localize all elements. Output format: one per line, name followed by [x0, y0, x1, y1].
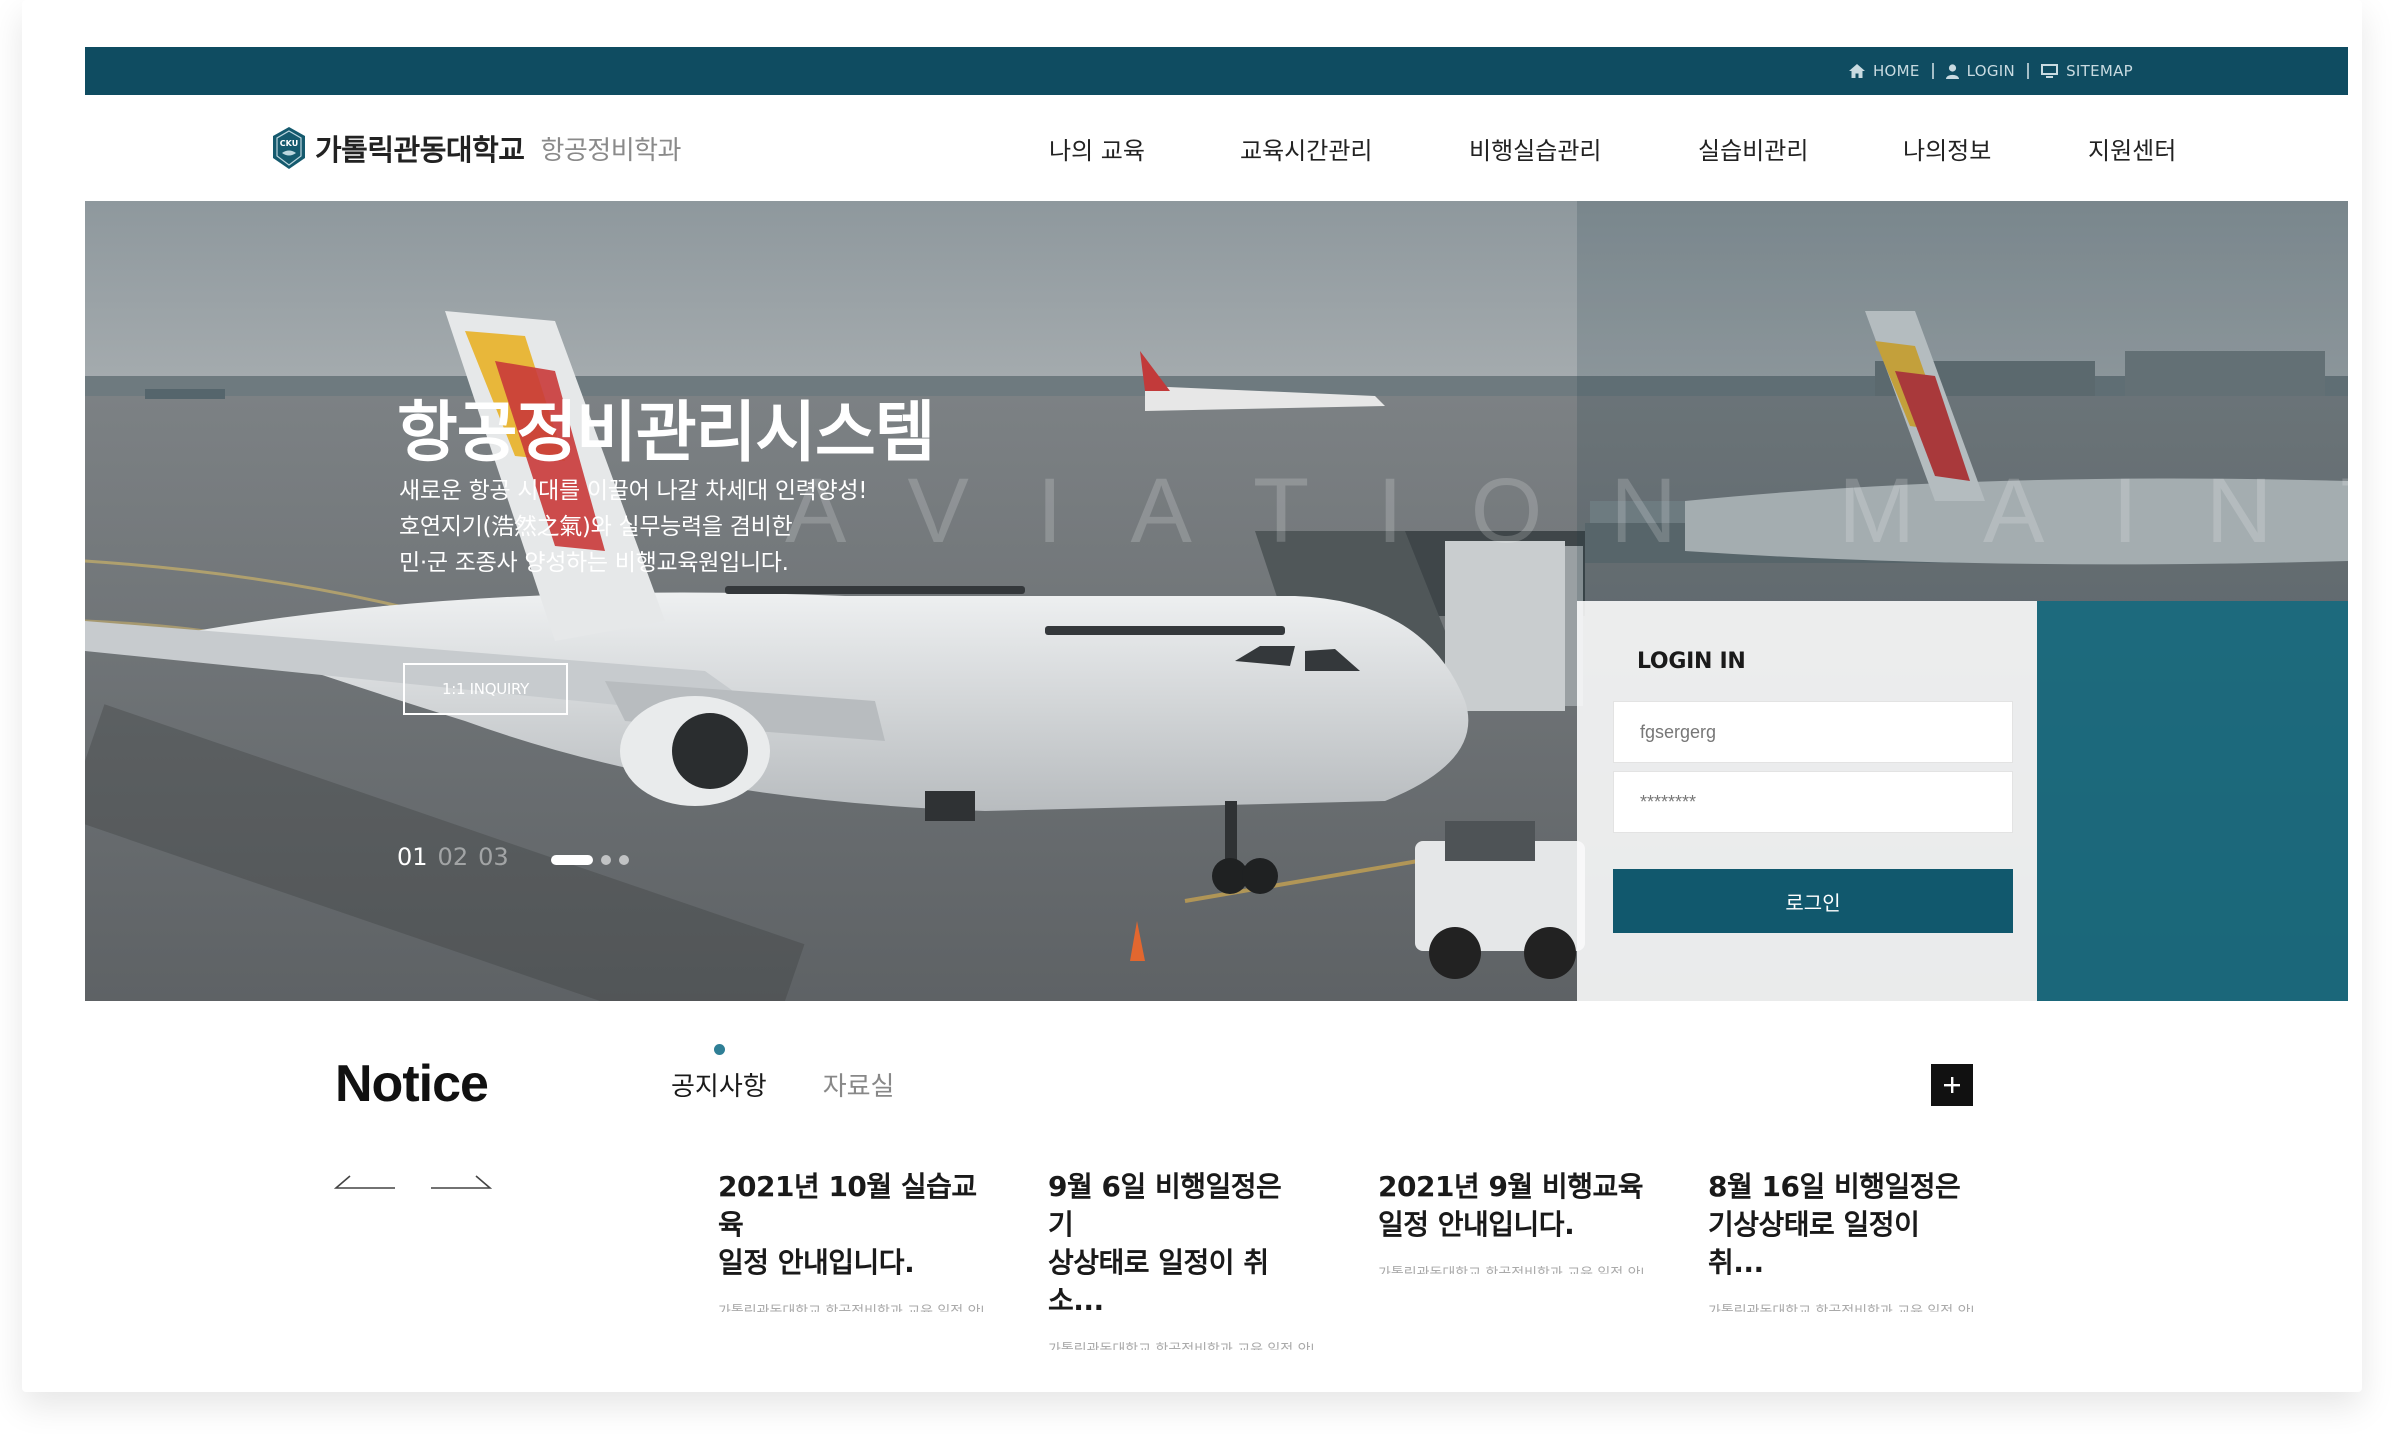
top-utility-bar: HOME LOGIN SITEMAP	[85, 47, 2348, 95]
notice-item-title-line: 일정 안내입니다.	[1378, 1208, 1575, 1241]
slide-dot-3[interactable]	[619, 855, 629, 865]
page-card: HOME LOGIN SITEMAP CKU 가톨릭관동대학교 항공정비학과 나…	[22, 0, 2362, 1392]
emblem-text: CKU	[280, 139, 298, 148]
user-id-input[interactable]	[1613, 701, 2013, 763]
login-submit-button[interactable]: 로그인	[1613, 869, 2013, 933]
inquiry-button[interactable]: 1:1 INQUIRY	[403, 663, 568, 715]
hero-watermark-text: AVIATION MAINTENANCE	[785, 460, 2348, 562]
nav-practice-fee[interactable]: 실습비관리	[1698, 131, 1808, 166]
user-icon	[1945, 63, 1959, 79]
hero-banner: AVIATION MAINTENANCE 항공정비관리시스템 새로운 항공 시대…	[85, 201, 2348, 1001]
home-icon	[1848, 64, 1865, 78]
hero-description-line: 새로운 항공 시대를 이끌어 나갈 차세대 인력양성!	[399, 478, 868, 504]
nav-support-center[interactable]: 지원센터	[2088, 131, 2176, 166]
notice-item-summary: 가톨릭관동대학교 항공정비학과 교육 일정 안내	[1378, 1266, 1643, 1274]
login-link[interactable]: LOGIN	[1934, 62, 2027, 80]
utility-nav: HOME LOGIN SITEMAP	[1837, 47, 2145, 95]
university-name: 가톨릭관동대학교	[315, 133, 525, 167]
nav-my-education[interactable]: 나의 교육	[1049, 131, 1145, 166]
department-name: 항공정비학과	[540, 135, 681, 166]
password-input[interactable]	[1613, 771, 2013, 833]
notice-item-title-line: 상상태로 일정이 취소...	[1048, 1246, 1269, 1317]
slide-dots	[551, 855, 629, 865]
accent-panel	[2037, 601, 2348, 1001]
nav-education-time[interactable]: 교육시간관리	[1240, 131, 1372, 166]
notice-tabs: 공지사항 자료실	[671, 1044, 895, 1103]
sitemap-link[interactable]: SITEMAP	[2029, 62, 2145, 80]
tab-archive[interactable]: 자료실	[823, 1066, 895, 1103]
notice-item-title-line: 2021년 9월 비행교육	[1378, 1170, 1643, 1203]
home-link-label: HOME	[1872, 62, 1920, 80]
notice-item-summary: 가톨릭관동대학교 항공정비학과 교육 일정 안내	[718, 1304, 983, 1312]
divider	[2027, 63, 2030, 79]
login-panel: LOGIN IN 로그인	[1577, 601, 2037, 1001]
slide-dot-2[interactable]	[601, 855, 611, 865]
notice-item-title-line: 기상상태로 일정이 취...	[1708, 1208, 1920, 1279]
slide-page-3[interactable]: 03	[478, 843, 509, 871]
arrow-left-icon[interactable]	[334, 1174, 396, 1190]
university-emblem-icon: CKU	[273, 127, 305, 169]
monitor-icon	[2041, 64, 2059, 78]
tab-announcements[interactable]: 공지사항	[671, 1044, 767, 1103]
hero-title: 항공정비관리시스템	[397, 394, 935, 471]
slide-page-2[interactable]: 02	[438, 843, 469, 871]
login-link-label: LOGIN	[1966, 62, 2016, 80]
hero-description: 새로운 항공 시대를 이끌어 나갈 차세대 인력양성! 호연지기(浩然之氣)와 …	[399, 473, 867, 581]
notice-item-title-line: 일정 안내입니다.	[718, 1246, 915, 1279]
home-link[interactable]: HOME	[1837, 62, 1932, 80]
notice-item[interactable]: 8월 16일 비행일정은 기상상태로 일정이 취... 가톨릭관동대학교 항공정…	[1708, 1168, 1973, 1312]
nav-flight-practice[interactable]: 비행실습관리	[1469, 131, 1601, 166]
login-title: LOGIN IN	[1637, 649, 1746, 674]
slide-page-1[interactable]: 01	[397, 843, 428, 871]
more-button[interactable]	[1931, 1064, 1973, 1106]
notice-item-title-line: 8월 16일 비행일정은	[1708, 1170, 1961, 1203]
notice-heading: Notice	[335, 1055, 489, 1113]
notice-item[interactable]: 9월 6일 비행일정은 기 상상태로 일정이 취소... 가톨릭관동대학교 항공…	[1048, 1168, 1313, 1350]
plus-icon	[1944, 1077, 1960, 1093]
notice-item[interactable]: 2021년 10월 실습교육 일정 안내입니다. 가톨릭관동대학교 항공정비학과…	[718, 1168, 983, 1312]
hero-description-line: 호연지기(浩然之氣)와 실무능력을 겸비한	[399, 514, 793, 540]
sitemap-link-label: SITEMAP	[2066, 62, 2133, 80]
notice-item-title-line: 2021년 10월 실습교육	[718, 1170, 977, 1241]
nav-my-info[interactable]: 나의정보	[1903, 131, 1991, 166]
slide-dot-1[interactable]	[551, 855, 593, 865]
site-logo[interactable]: CKU 가톨릭관동대학교 항공정비학과	[271, 123, 681, 173]
hero-description-line: 민·군 조종사 양성하는 비행교육원입니다.	[399, 550, 789, 576]
notice-item-summary: 가톨릭관동대학교 항공정비학과 교육 일정 안내	[1708, 1304, 1973, 1312]
notice-item[interactable]: 2021년 9월 비행교육 일정 안내입니다. 가톨릭관동대학교 항공정비학과 …	[1378, 1168, 1643, 1274]
notice-item-title-line: 9월 6일 비행일정은 기	[1048, 1170, 1282, 1241]
site-header: CKU 가톨릭관동대학교 항공정비학과 나의 교육 교육시간관리 비행실습관리 …	[85, 95, 2348, 201]
arrow-right-icon[interactable]	[430, 1174, 492, 1190]
notice-item-summary: 가톨릭관동대학교 항공정비학과 교육 일정 안내	[1048, 1342, 1313, 1350]
notice-carousel-controls	[334, 1174, 492, 1190]
slide-pager: 01 02 03	[397, 843, 509, 871]
divider	[1931, 63, 1934, 79]
